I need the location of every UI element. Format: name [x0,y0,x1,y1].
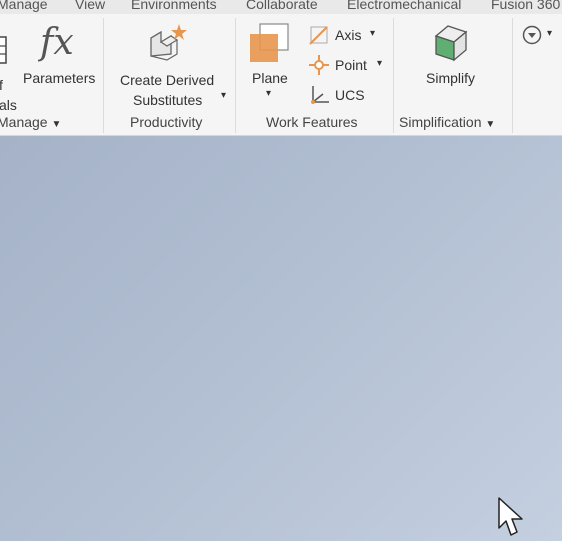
panel-separator [235,18,236,133]
simplify-label: Simplify [426,70,476,86]
circle-caret-icon [522,25,542,45]
plane-caret: ▾ [266,88,272,99]
plane-button[interactable]: Plane ▾ [246,22,296,102]
point-icon [309,55,329,75]
ribbon: f als fx Parameters Manage ▼ Create Deri… [0,14,562,136]
ucs-button[interactable]: UCS [308,84,368,106]
simplify-icon [434,25,468,62]
productivity-panel-title: Productivity [130,114,203,130]
partial-label-line2: als [0,97,17,113]
graphics-canvas[interactable] [0,136,562,541]
manage-panel-caret: ▼ [51,119,62,130]
panel-separator [512,18,513,133]
simplification-panel-title-text: Simplification [399,114,482,130]
plane-icon [250,23,289,62]
axis-button[interactable]: Axis ▾ [308,24,384,46]
axis-label: Axis [335,27,362,43]
partial-manage-button[interactable]: f als [0,20,18,113]
tab-view[interactable]: View [75,0,105,12]
panel-separator [393,18,394,133]
create-derived-label-line2: Substitutes [133,92,203,108]
panel-separator [103,18,104,133]
simplify-button[interactable]: Simplify [420,22,484,92]
simplification-panel-title[interactable]: Simplification ▼ [399,114,495,130]
fx-icon: fx [38,22,74,63]
tab-environments[interactable]: Environments [131,0,217,12]
create-derived-caret: ▾ [221,90,227,101]
create-derived-substitutes-button[interactable]: Create Derived Substitutes ▾ [116,22,234,110]
svg-text:fx: fx [38,22,74,63]
ribbon-overflow-caret: ▾ [547,28,553,39]
partial-table-icon [0,36,7,64]
work-features-panel-title: Work Features [266,114,358,130]
simplification-panel-caret: ▼ [485,119,496,130]
parameters-label: Parameters [23,70,96,86]
mouse-pointer-icon [498,497,523,536]
tab-fusion-360[interactable]: Fusion 360 [491,0,560,12]
tab-collaborate[interactable]: Collaborate [246,0,318,12]
ucs-label: UCS [335,87,365,103]
derived-part-icon [150,24,187,61]
manage-panel-title-text: Manage [0,114,48,130]
point-button[interactable]: Point ▾ [308,54,388,76]
tab-manage[interactable]: Manage [0,0,48,12]
plane-label: Plane [252,70,288,86]
parameters-button[interactable]: fx Parameters [22,20,98,92]
tab-electromechanical[interactable]: Electromechanical [347,0,461,12]
ribbon-overflow-button[interactable]: ▾ [521,24,557,46]
axis-caret: ▾ [370,28,376,39]
point-label: Point [335,57,367,73]
partial-label-line1: f [0,77,3,93]
manage-panel-title[interactable]: Manage ▼ [0,114,61,130]
create-derived-label-line1: Create Derived [120,72,215,88]
point-caret: ▾ [377,58,383,69]
ribbon-tab-strip: Manage View Environments Collaborate Ele… [0,0,562,14]
axis-icon [309,26,328,45]
ucs-icon [311,86,329,104]
